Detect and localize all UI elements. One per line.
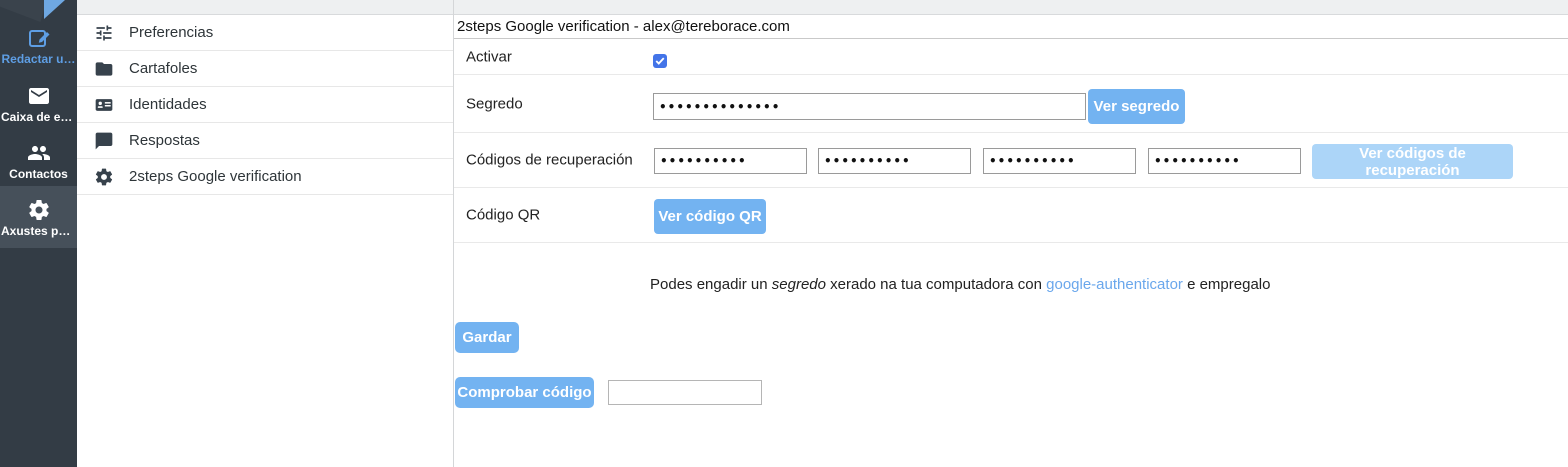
segredo-input[interactable] [653,93,1086,120]
recovery-code-input-2[interactable] [818,148,971,174]
sidebar-item-label: Contactos [0,167,77,181]
row-activar: Activar [454,39,1568,75]
row-codigo-qr: Código QR Ver código QR [454,188,1568,243]
sidebar-item-contacts[interactable]: Contactos [0,141,77,181]
menu-item-label: Respostas [129,132,200,149]
segredo-label: Segredo [466,95,523,112]
recovery-code-input-1[interactable] [654,148,807,174]
help-text-part: Podes engadir un [650,276,772,293]
recovery-code-input-3[interactable] [983,148,1136,174]
tune-icon [94,23,114,43]
settings-menu: Preferencias Cartafoles Identidades Resp… [77,0,454,467]
menu-header-strip [77,0,453,15]
sidebar-item-compose[interactable]: Redactar u… [0,26,77,66]
ver-codigo-qr-button[interactable]: Ver código QR [654,199,766,234]
gardar-button[interactable]: Gardar [455,322,519,353]
menu-item-cartafoles[interactable]: Cartafoles [77,51,453,87]
menu-item-label: 2steps Google verification [129,168,302,185]
main-content: 2steps Google verification - alex@terebo… [454,0,1568,467]
codigos-label: Códigos de recuperación [466,152,633,169]
comprobar-codigo-button[interactable]: Comprobar código [455,377,594,408]
compose-icon [27,26,51,50]
chat-icon [94,131,114,151]
help-text: Podes engadir un segredo xerado na tua c… [454,243,1568,320]
sidebar-item-inbox[interactable]: Caixa de en… [0,84,77,124]
logo-envelope-shape [0,0,47,22]
row-codigos-recuperacion: Códigos de recuperación Ver códigos de r… [454,133,1568,188]
folder-icon [94,59,114,79]
menu-item-preferencias[interactable]: Preferencias [77,15,453,51]
google-authenticator-link[interactable]: google-authenticator [1046,276,1183,293]
sidebar-item-label: Caixa de en… [0,110,77,124]
help-text-italic: segredo [772,276,826,293]
ver-segredo-button[interactable]: Ver segredo [1088,89,1185,124]
menu-item-label: Cartafoles [129,60,197,77]
gear-icon [94,167,114,187]
inbox-icon [27,84,51,108]
comprobar-codigo-input[interactable] [608,380,762,405]
menu-item-label: Preferencias [129,24,213,41]
activar-checkbox[interactable] [653,54,667,68]
help-text-part: e empregalo [1183,276,1271,293]
recovery-code-input-4[interactable] [1148,148,1301,174]
app-logo [0,0,77,22]
check-icon [655,56,665,66]
menu-item-identidades[interactable]: Identidades [77,87,453,123]
menu-item-label: Identidades [129,96,207,113]
activar-label: Activar [466,48,512,65]
idcard-icon [94,95,114,115]
qr-label: Código QR [466,207,540,224]
menu-item-2steps-verification[interactable]: 2steps Google verification [77,159,453,195]
sidebar-item-label: Redactar u… [0,52,77,66]
menu-item-respostas[interactable]: Respostas [77,123,453,159]
settings-gear-icon [27,198,51,222]
logo-blue-triangle [44,0,65,19]
contacts-icon [27,141,51,165]
sidebar-item-label: Axustes per… [0,224,77,238]
ver-codigos-button[interactable]: Ver códigos de recuperación [1312,144,1513,179]
row-segredo: Segredo Ver segredo [454,75,1568,133]
main-header-strip [454,0,1568,15]
page-title: 2steps Google verification - alex@terebo… [454,15,1568,39]
help-text-part: xerado na tua computadora con [826,276,1046,293]
app-sidebar: Redactar u… Caixa de en… Contactos Axust… [0,0,77,467]
sidebar-item-settings[interactable]: Axustes per… [0,186,77,248]
